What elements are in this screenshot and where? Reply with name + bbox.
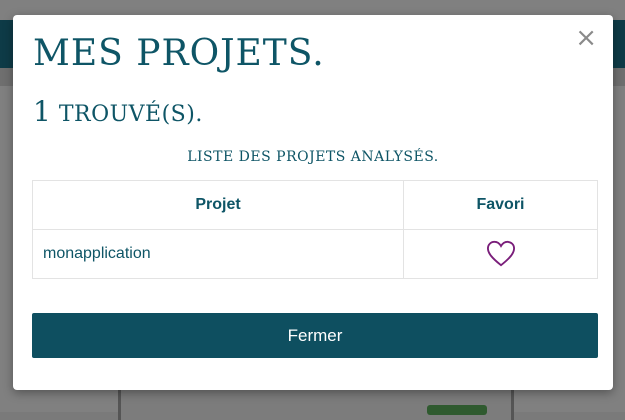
table-caption: LISTE DES PROJETS ANALYSÉS. [187, 149, 439, 165]
column-header-project: Projet [32, 180, 404, 230]
column-header-favorite: Favori [403, 180, 598, 230]
projects-modal: × MES PROJETS. 1 TROUVÉ(S). LISTE DES PR… [13, 15, 613, 390]
project-name[interactable]: monapplication [32, 229, 404, 279]
close-icon[interactable]: × [575, 25, 597, 51]
project-count: 1 [33, 95, 52, 128]
projects-table: Projet Favori monapplication [32, 180, 598, 279]
table-header-row: Projet Favori [32, 180, 598, 230]
close-modal-button[interactable]: Fermer [32, 313, 598, 358]
results-count: 1 TROUVÉ(S). [33, 95, 203, 128]
background-chip [427, 405, 487, 415]
table-row: monapplication [32, 229, 598, 279]
found-label: TROUVÉ(S). [58, 102, 203, 127]
modal-title: MES PROJETS. [33, 33, 325, 74]
heart-icon[interactable] [486, 240, 516, 268]
favorite-cell [403, 229, 598, 279]
